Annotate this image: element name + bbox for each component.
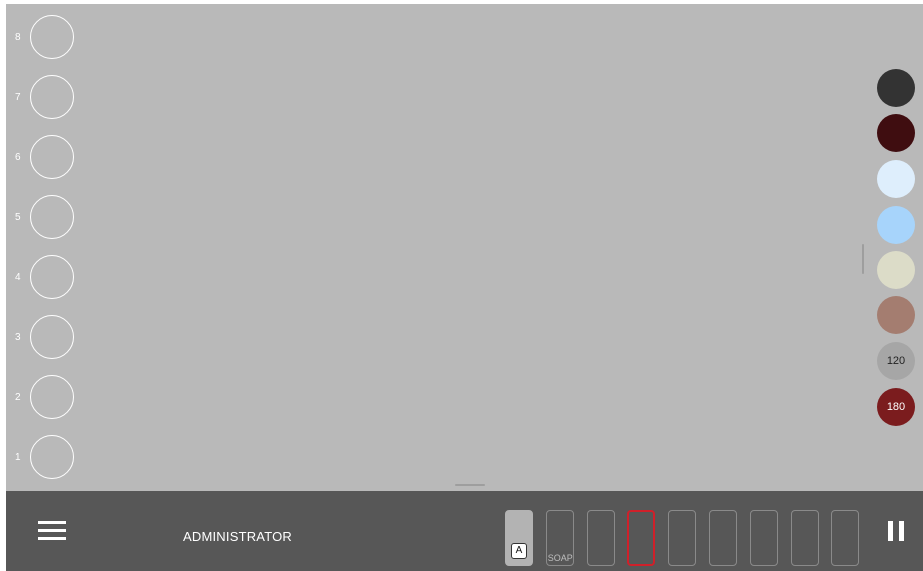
slot-number: 2: [15, 392, 21, 403]
color-swatch[interactable]: 120: [877, 342, 915, 380]
slot-circle[interactable]: [30, 375, 74, 419]
tool-slot[interactable]: [668, 510, 697, 566]
swatch-label: 120: [886, 355, 906, 367]
slot-row: 5: [6, 195, 86, 243]
slot-circle[interactable]: [30, 315, 74, 359]
workspace-canvas[interactable]: 8 7 6 5 4 3 2 1 120 180: [6, 4, 923, 491]
slot-circle[interactable]: [30, 195, 74, 239]
slot-circle[interactable]: [30, 75, 74, 119]
tool-slot[interactable]: [831, 510, 860, 566]
slot-row: 4: [6, 255, 86, 303]
tool-slot-badge: A: [511, 543, 527, 559]
bottom-drag-handle[interactable]: [455, 484, 485, 486]
slot-row: 6: [6, 135, 86, 183]
slot-row: 1: [6, 435, 86, 483]
slot-circle[interactable]: [30, 255, 74, 299]
tool-slot[interactable]: [749, 510, 778, 566]
slot-row: 7: [6, 75, 86, 123]
color-swatch[interactable]: [877, 251, 915, 289]
color-swatch[interactable]: [877, 296, 915, 334]
color-swatch[interactable]: [877, 69, 915, 107]
slot-number: 7: [15, 92, 21, 103]
swatch-label: 180: [886, 401, 906, 413]
slot-number: 5: [15, 212, 21, 223]
tool-slot[interactable]: SOAP: [545, 510, 574, 566]
slot-number: 3: [15, 332, 21, 343]
slot-number: 8: [15, 32, 21, 43]
tool-slot-label: SOAP: [547, 553, 573, 563]
slot-circle[interactable]: [30, 435, 74, 479]
color-swatch[interactable]: 180: [877, 388, 915, 426]
tool-slot[interactable]: A: [505, 510, 533, 566]
tool-slot[interactable]: [627, 510, 656, 566]
color-swatch[interactable]: [877, 206, 915, 244]
tool-slot[interactable]: [709, 510, 737, 566]
color-swatch[interactable]: [877, 114, 915, 152]
user-name-label: ADMINISTRATOR: [183, 529, 293, 544]
slot-circle[interactable]: [30, 135, 74, 179]
side-drag-handle[interactable]: [862, 244, 864, 274]
slot-number: 1: [15, 452, 21, 463]
slot-row: 8: [6, 15, 86, 63]
hamburger-menu-icon[interactable]: [38, 519, 66, 543]
pause-icon[interactable]: [886, 521, 906, 541]
slot-row: 3: [6, 315, 86, 363]
tool-slot[interactable]: [586, 510, 615, 566]
slot-number: 6: [15, 152, 21, 163]
slot-row: 2: [6, 375, 86, 423]
bottom-toolbar: ADMINISTRATOR A SOAP: [6, 491, 923, 571]
tool-slot[interactable]: [790, 510, 819, 566]
slot-number: 4: [15, 272, 21, 283]
color-swatch[interactable]: [877, 160, 915, 198]
slot-circle[interactable]: [30, 15, 74, 59]
